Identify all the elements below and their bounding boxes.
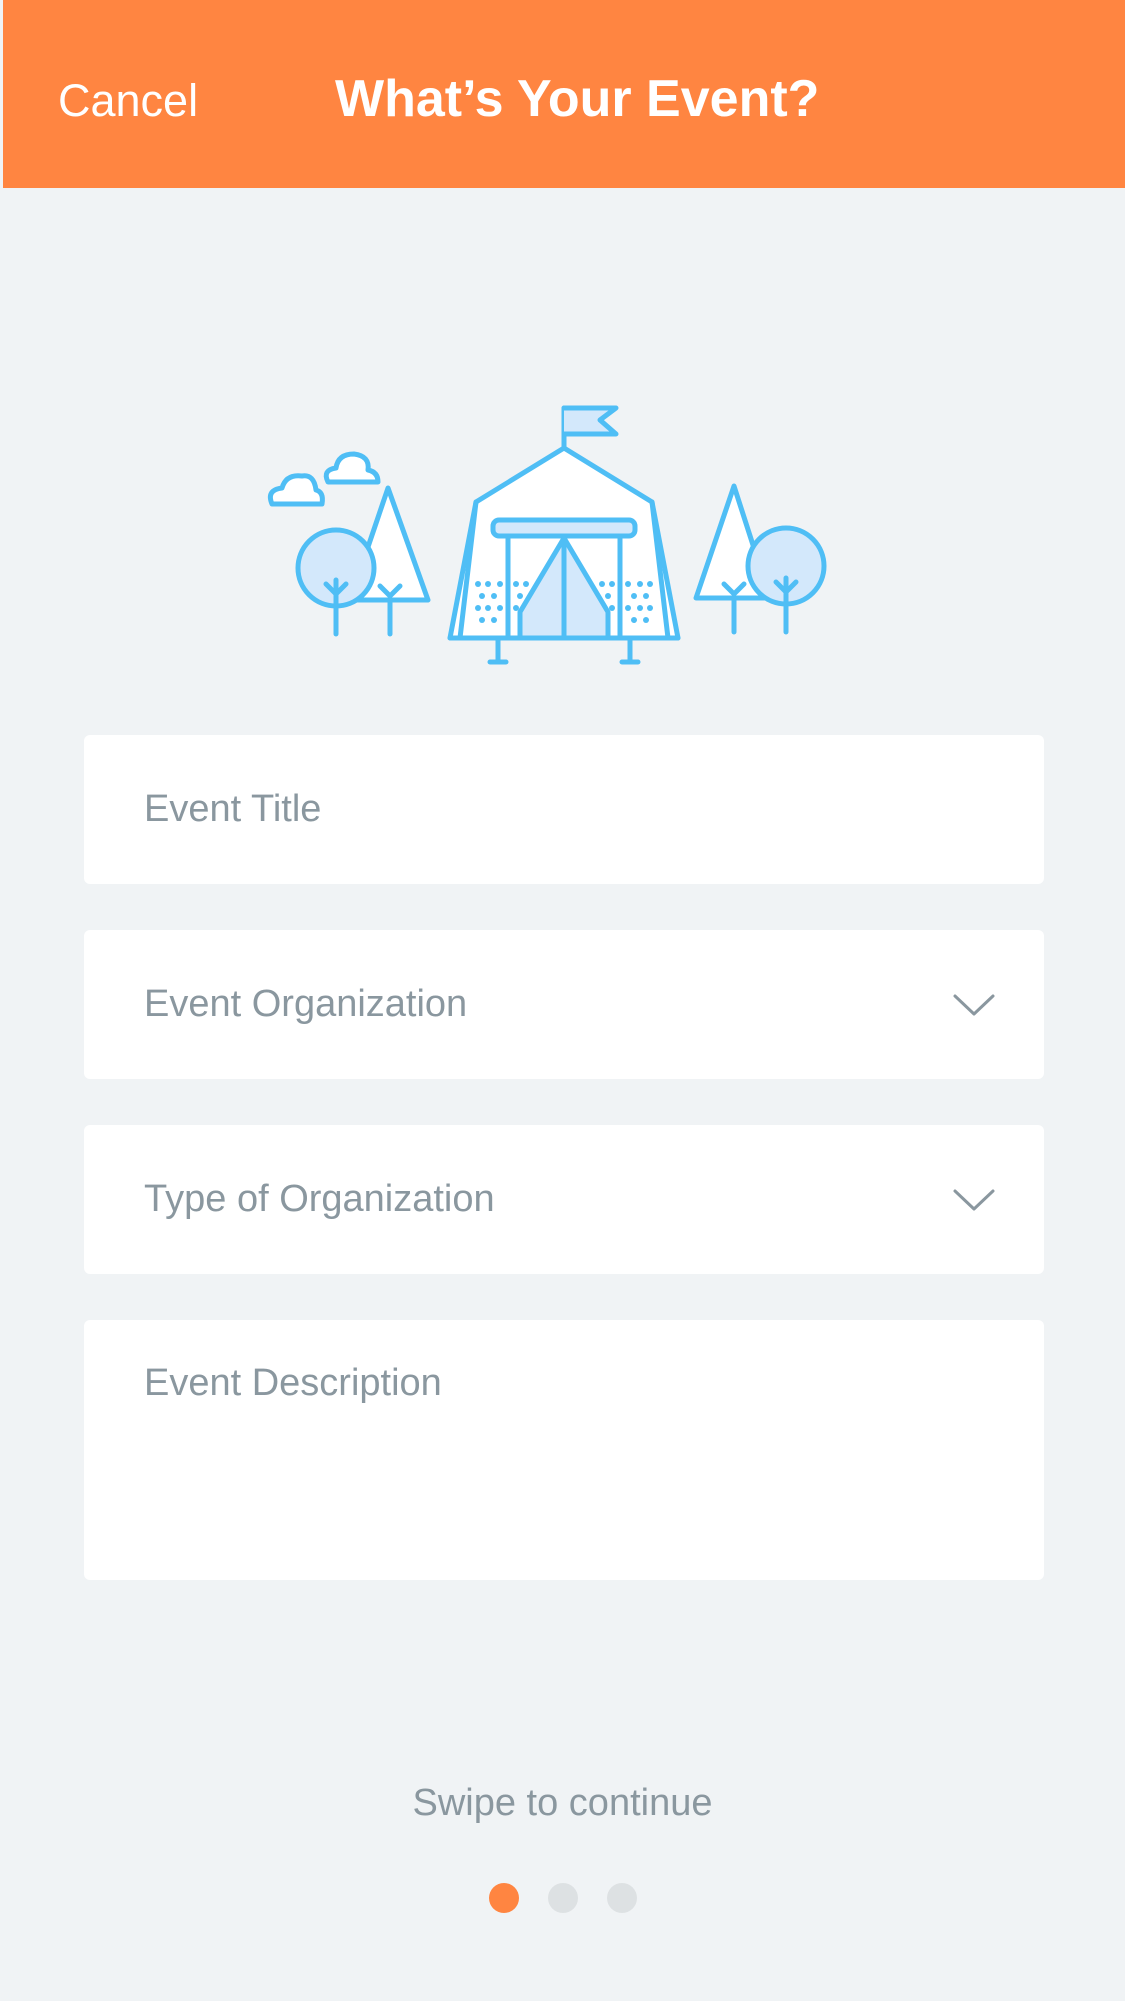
swipe-hint: Swipe to continue [412, 1782, 713, 1824]
type-of-organization-select[interactable]: Type of Organization [84, 1125, 1044, 1274]
event-title-field[interactable]: Event Title [84, 735, 1044, 884]
chevron-down-icon [953, 1189, 995, 1211]
event-setup-screen: Cancel What’s Your Event? Event Title Ev… [0, 0, 1125, 2001]
event-description-placeholder: Event Description [144, 1362, 442, 1404]
page-indicator [0, 1883, 1125, 1913]
chevron-down-icon [953, 994, 995, 1016]
page-dot-1[interactable] [488, 1883, 519, 1913]
cancel-button[interactable]: Cancel [58, 74, 198, 128]
cloud-icon [267, 473, 325, 507]
event-title-placeholder: Event Title [144, 788, 322, 830]
header-bar: Cancel What’s Your Event? [3, 0, 1125, 188]
page-title: What’s Your Event? [335, 70, 820, 128]
cloud-icon [323, 451, 381, 485]
event-tent-illustration [267, 405, 827, 665]
event-organization-placeholder: Event Organization [144, 983, 468, 1025]
type-of-organization-placeholder: Type of Organization [144, 1178, 495, 1220]
page-dot-2[interactable] [547, 1883, 578, 1913]
page-dot-3[interactable] [606, 1883, 637, 1913]
event-organization-select[interactable]: Event Organization [84, 930, 1044, 1079]
event-description-textarea[interactable]: Event Description [84, 1320, 1044, 1580]
